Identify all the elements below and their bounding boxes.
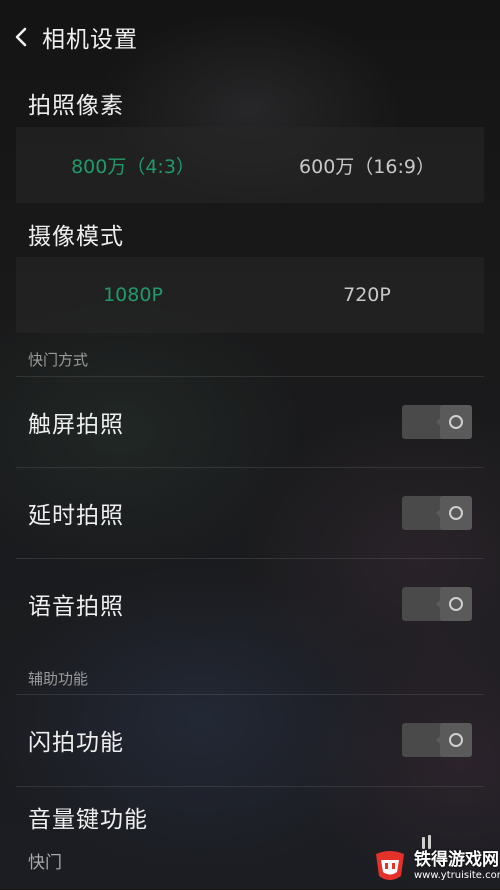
photo-resolution-heading: 拍照像素 — [28, 93, 124, 119]
voice-capture-toggle[interactable] — [402, 587, 472, 621]
touch-capture-toggle[interactable] — [402, 405, 472, 439]
setting-row-touch-capture[interactable]: 触屏拍照 — [16, 377, 484, 467]
back-button[interactable] — [0, 0, 42, 74]
setting-label: 闪拍功能 — [28, 730, 124, 756]
quick-shot-toggle[interactable] — [402, 723, 472, 757]
watermark-url: www.ytruisite.com — [414, 870, 500, 881]
video-mode-option-720p[interactable]: 720P — [250, 257, 484, 333]
photo-resolution-option-800[interactable]: 800万（4:3） — [16, 127, 250, 203]
setting-row-quick-shot[interactable]: 闪拍功能 — [16, 695, 484, 785]
setting-label: 音量键功能 — [28, 807, 148, 833]
toggle-knob-icon — [449, 415, 463, 429]
setting-label: 触屏拍照 — [28, 412, 124, 438]
volume-key-value: 快门 — [28, 853, 62, 873]
photo-resolution-selector: 800万（4:3） 600万（16:9） — [16, 127, 484, 203]
setting-label: 语音拍照 — [28, 594, 124, 620]
timer-capture-toggle[interactable] — [402, 496, 472, 530]
video-mode-option-1080p[interactable]: 1080P — [16, 257, 250, 333]
title-bar: 相机设置 — [0, 0, 500, 74]
toggle-knob-icon — [449, 733, 463, 747]
toggle-knob-icon — [449, 597, 463, 611]
setting-row-timer-capture[interactable]: 延时拍照 — [16, 468, 484, 558]
watermark-logo-icon — [370, 846, 410, 886]
shutter-section-heading: 快门方式 — [28, 351, 89, 369]
video-mode-heading: 摄像模式 — [28, 224, 124, 250]
chevron-left-icon — [15, 27, 27, 47]
watermark-name: 铁得游戏网 — [414, 850, 499, 870]
setting-label: 延时拍照 — [28, 503, 124, 529]
video-mode-selector: 1080P 720P — [16, 257, 484, 333]
setting-row-voice-capture[interactable]: 语音拍照 — [16, 559, 484, 649]
toggle-knob-icon — [449, 506, 463, 520]
page-title: 相机设置 — [42, 27, 138, 53]
assist-section-heading: 辅助功能 — [28, 670, 89, 688]
watermark: 铁得游戏网 www.ytruisite.com — [370, 845, 500, 887]
photo-resolution-option-600[interactable]: 600万（16:9） — [250, 127, 484, 203]
